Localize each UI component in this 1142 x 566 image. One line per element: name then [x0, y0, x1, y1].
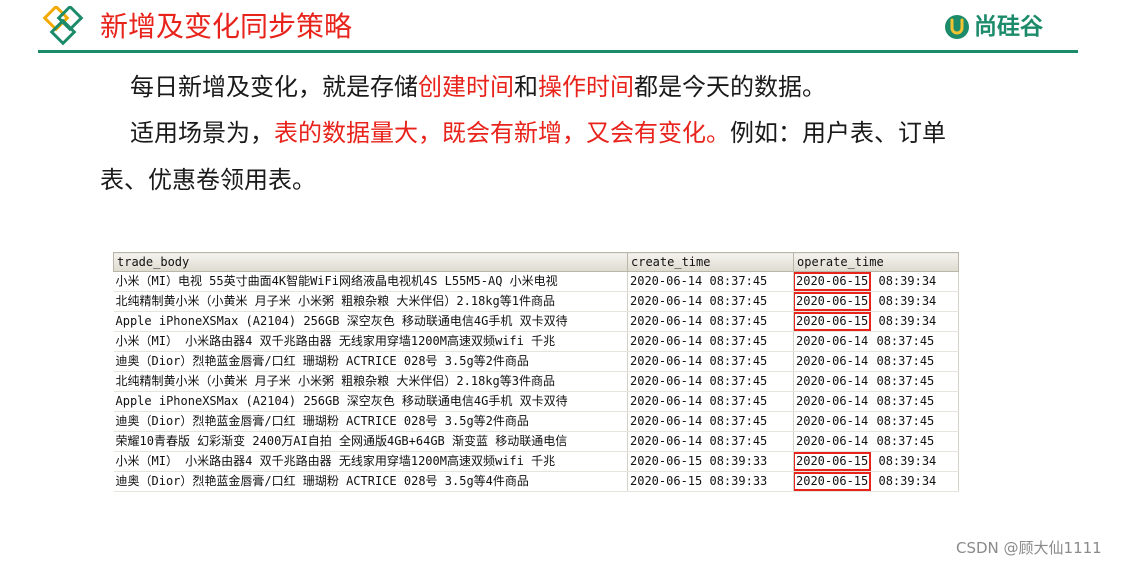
p1-suffix: 都是今天的数据。	[634, 73, 826, 101]
cell-create-time: 2020-06-14 08:37:45	[627, 391, 794, 412]
table-row: Apple iPhoneXSMax (A2104) 256GB 深空灰色 移动联…	[113, 311, 959, 332]
p2-highlight: 表的数据量大，既会有新增，又会有变化。	[274, 119, 730, 147]
cell-trade-body: 荣耀10青春版 幻彩渐变 2400万AI自拍 全网通版4GB+64GB 渐变蓝 …	[113, 431, 628, 452]
table-row: 北纯精制黄小米（小黄米 月子米 小米粥 粗粮杂粮 大米伴侣）2.18kg等1件商…	[113, 291, 959, 312]
cell-create-time: 2020-06-14 08:37:45	[627, 291, 794, 312]
cell-trade-body: 迪奥（Dior）烈艳蓝金唇膏/口红 珊瑚粉 ACTRICE 028号 3.5g等…	[113, 471, 628, 492]
table-row: 小米（MI） 小米路由器4 双千兆路由器 无线家用穿墙1200M高速双频wifi…	[113, 451, 959, 472]
operate-clock: 08:37:45	[876, 354, 935, 368]
operate-clock: 08:39:34	[878, 314, 937, 328]
operate-clock: 08:37:45	[876, 414, 935, 428]
cell-operate-time: 2020-06-14 08:37:45	[793, 371, 959, 392]
cell-operate-time: 2020-06-15 08:39:34	[793, 451, 959, 472]
table-row: 迪奥（Dior）烈艳蓝金唇膏/口红 珊瑚粉 ACTRICE 028号 3.5g等…	[113, 471, 959, 492]
cell-trade-body: 迪奥（Dior）烈艳蓝金唇膏/口红 珊瑚粉 ACTRICE 028号 3.5g等…	[113, 411, 628, 432]
operate-clock: 08:39:34	[878, 274, 937, 288]
highlighted-operate-date: 2020-06-15	[793, 472, 872, 491]
column-header-operate-time: operate_time	[793, 252, 959, 272]
paragraph-scenario-line2: 表、优惠卷领用表。	[100, 166, 316, 194]
operate-date: 2020-06-14	[796, 434, 869, 448]
cell-create-time: 2020-06-14 08:37:45	[627, 331, 794, 352]
paragraph-scenario-line1: 适用场景为，表的数据量大，既会有新增，又会有变化。例如：用户表、订单	[130, 117, 946, 149]
cell-trade-body: 迪奥（Dior）烈艳蓝金唇膏/口红 珊瑚粉 ACTRICE 028号 3.5g等…	[113, 351, 628, 372]
p2-prefix: 适用场景为，	[130, 119, 274, 147]
header-divider	[38, 50, 1078, 53]
table-row: 荣耀10青春版 幻彩渐变 2400万AI自拍 全网通版4GB+64GB 渐变蓝 …	[113, 431, 959, 452]
cell-trade-body: 北纯精制黄小米（小黄米 月子米 小米粥 粗粮杂粮 大米伴侣）2.18kg等3件商…	[113, 371, 628, 392]
operate-clock: 08:39:34	[878, 454, 937, 468]
operate-clock: 08:39:34	[878, 294, 937, 308]
cell-trade-body: 北纯精制黄小米（小黄米 月子米 小米粥 粗粮杂粮 大米伴侣）2.18kg等1件商…	[113, 291, 628, 312]
p1-prefix: 每日新增及变化，就是存储	[130, 73, 418, 101]
table-body: 小米（MI）电视 55英寸曲面4K智能WiFi网络液晶电视机4S L55M5-A…	[113, 271, 959, 492]
column-header-trade-body: trade_body	[113, 252, 628, 272]
operate-date: 2020-06-14	[796, 334, 869, 348]
slide-header: 新增及变化同步策略 尚硅谷	[0, 0, 1142, 56]
cell-operate-time: 2020-06-14 08:37:45	[793, 411, 959, 432]
cell-operate-time: 2020-06-14 08:37:45	[793, 351, 959, 372]
highlighted-operate-date: 2020-06-15	[793, 452, 872, 471]
table-row: 小米（MI）电视 55英寸曲面4K智能WiFi网络液晶电视机4S L55M5-A…	[113, 271, 959, 292]
cell-trade-body: 小米（MI） 小米路由器4 双千兆路由器 无线家用穿墙1200M高速双频wifi…	[113, 331, 628, 352]
p1-mid: 和	[514, 73, 538, 101]
table-row: 北纯精制黄小米（小黄米 月子米 小米粥 粗粮杂粮 大米伴侣）2.18kg等3件商…	[113, 371, 959, 392]
trade-table-screenshot: trade_body create_time operate_time 小米（M…	[113, 252, 959, 492]
operate-date: 2020-06-14	[796, 394, 869, 408]
table-row: Apple iPhoneXSMax (A2104) 256GB 深空灰色 移动联…	[113, 391, 959, 412]
csdn-watermark: CSDN @顾大仙1111	[956, 539, 1102, 557]
cell-create-time: 2020-06-14 08:37:45	[627, 371, 794, 392]
cell-create-time: 2020-06-15 08:39:33	[627, 471, 794, 492]
p2-suffix: 例如：用户表、订单	[730, 119, 946, 147]
operate-clock: 08:39:34	[878, 474, 937, 488]
column-header-create-time: create_time	[627, 252, 794, 272]
table-header-row: trade_body create_time operate_time	[113, 252, 959, 272]
operate-date: 2020-06-14	[796, 414, 869, 428]
p1-highlight-operate-time: 操作时间	[538, 73, 634, 101]
operate-clock: 08:37:45	[876, 394, 935, 408]
operate-clock: 08:37:45	[876, 374, 935, 388]
cell-create-time: 2020-06-14 08:37:45	[627, 431, 794, 452]
cell-operate-time: 2020-06-15 08:39:34	[793, 311, 959, 332]
operate-clock: 08:37:45	[876, 334, 935, 348]
cell-create-time: 2020-06-14 08:37:45	[627, 271, 794, 292]
table-row: 小米（MI） 小米路由器4 双千兆路由器 无线家用穿墙1200M高速双频wifi…	[113, 331, 959, 352]
trade-table: trade_body create_time operate_time 小米（M…	[113, 252, 959, 492]
table-row: 迪奥（Dior）烈艳蓝金唇膏/口红 珊瑚粉 ACTRICE 028号 3.5g等…	[113, 411, 959, 432]
brand-logo-icon	[945, 15, 969, 39]
cell-operate-time: 2020-06-14 08:37:45	[793, 431, 959, 452]
cell-trade-body: Apple iPhoneXSMax (A2104) 256GB 深空灰色 移动联…	[113, 311, 628, 332]
highlighted-operate-date: 2020-06-15	[793, 272, 872, 291]
cell-create-time: 2020-06-14 08:37:45	[627, 351, 794, 372]
cell-create-time: 2020-06-14 08:37:45	[627, 411, 794, 432]
table-row: 迪奥（Dior）烈艳蓝金唇膏/口红 珊瑚粉 ACTRICE 028号 3.5g等…	[113, 351, 959, 372]
cell-operate-time: 2020-06-15 08:39:34	[793, 291, 959, 312]
cell-trade-body: 小米（MI） 小米路由器4 双千兆路由器 无线家用穿墙1200M高速双频wifi…	[113, 451, 628, 472]
slide-title: 新增及变化同步策略	[100, 10, 353, 43]
cell-create-time: 2020-06-14 08:37:45	[627, 311, 794, 332]
brand: 尚硅谷	[944, 12, 1074, 44]
cell-operate-time: 2020-06-15 08:39:34	[793, 471, 959, 492]
operate-date: 2020-06-14	[796, 374, 869, 388]
operate-clock: 08:37:45	[876, 434, 935, 448]
cell-create-time: 2020-06-15 08:39:33	[627, 451, 794, 472]
diamond-logo-icon	[42, 6, 84, 46]
p1-highlight-create-time: 创建时间	[418, 73, 514, 101]
cell-trade-body: Apple iPhoneXSMax (A2104) 256GB 深空灰色 移动联…	[113, 391, 628, 412]
highlighted-operate-date: 2020-06-15	[793, 312, 872, 331]
brand-name: 尚硅谷	[974, 14, 1043, 40]
cell-operate-time: 2020-06-14 08:37:45	[793, 391, 959, 412]
highlighted-operate-date: 2020-06-15	[793, 292, 872, 311]
paragraph-definition: 每日新增及变化，就是存储创建时间和操作时间都是今天的数据。	[130, 71, 826, 103]
cell-operate-time: 2020-06-15 08:39:34	[793, 271, 959, 292]
cell-trade-body: 小米（MI）电视 55英寸曲面4K智能WiFi网络液晶电视机4S L55M5-A…	[113, 271, 628, 292]
operate-date: 2020-06-14	[796, 354, 869, 368]
cell-operate-time: 2020-06-14 08:37:45	[793, 331, 959, 352]
